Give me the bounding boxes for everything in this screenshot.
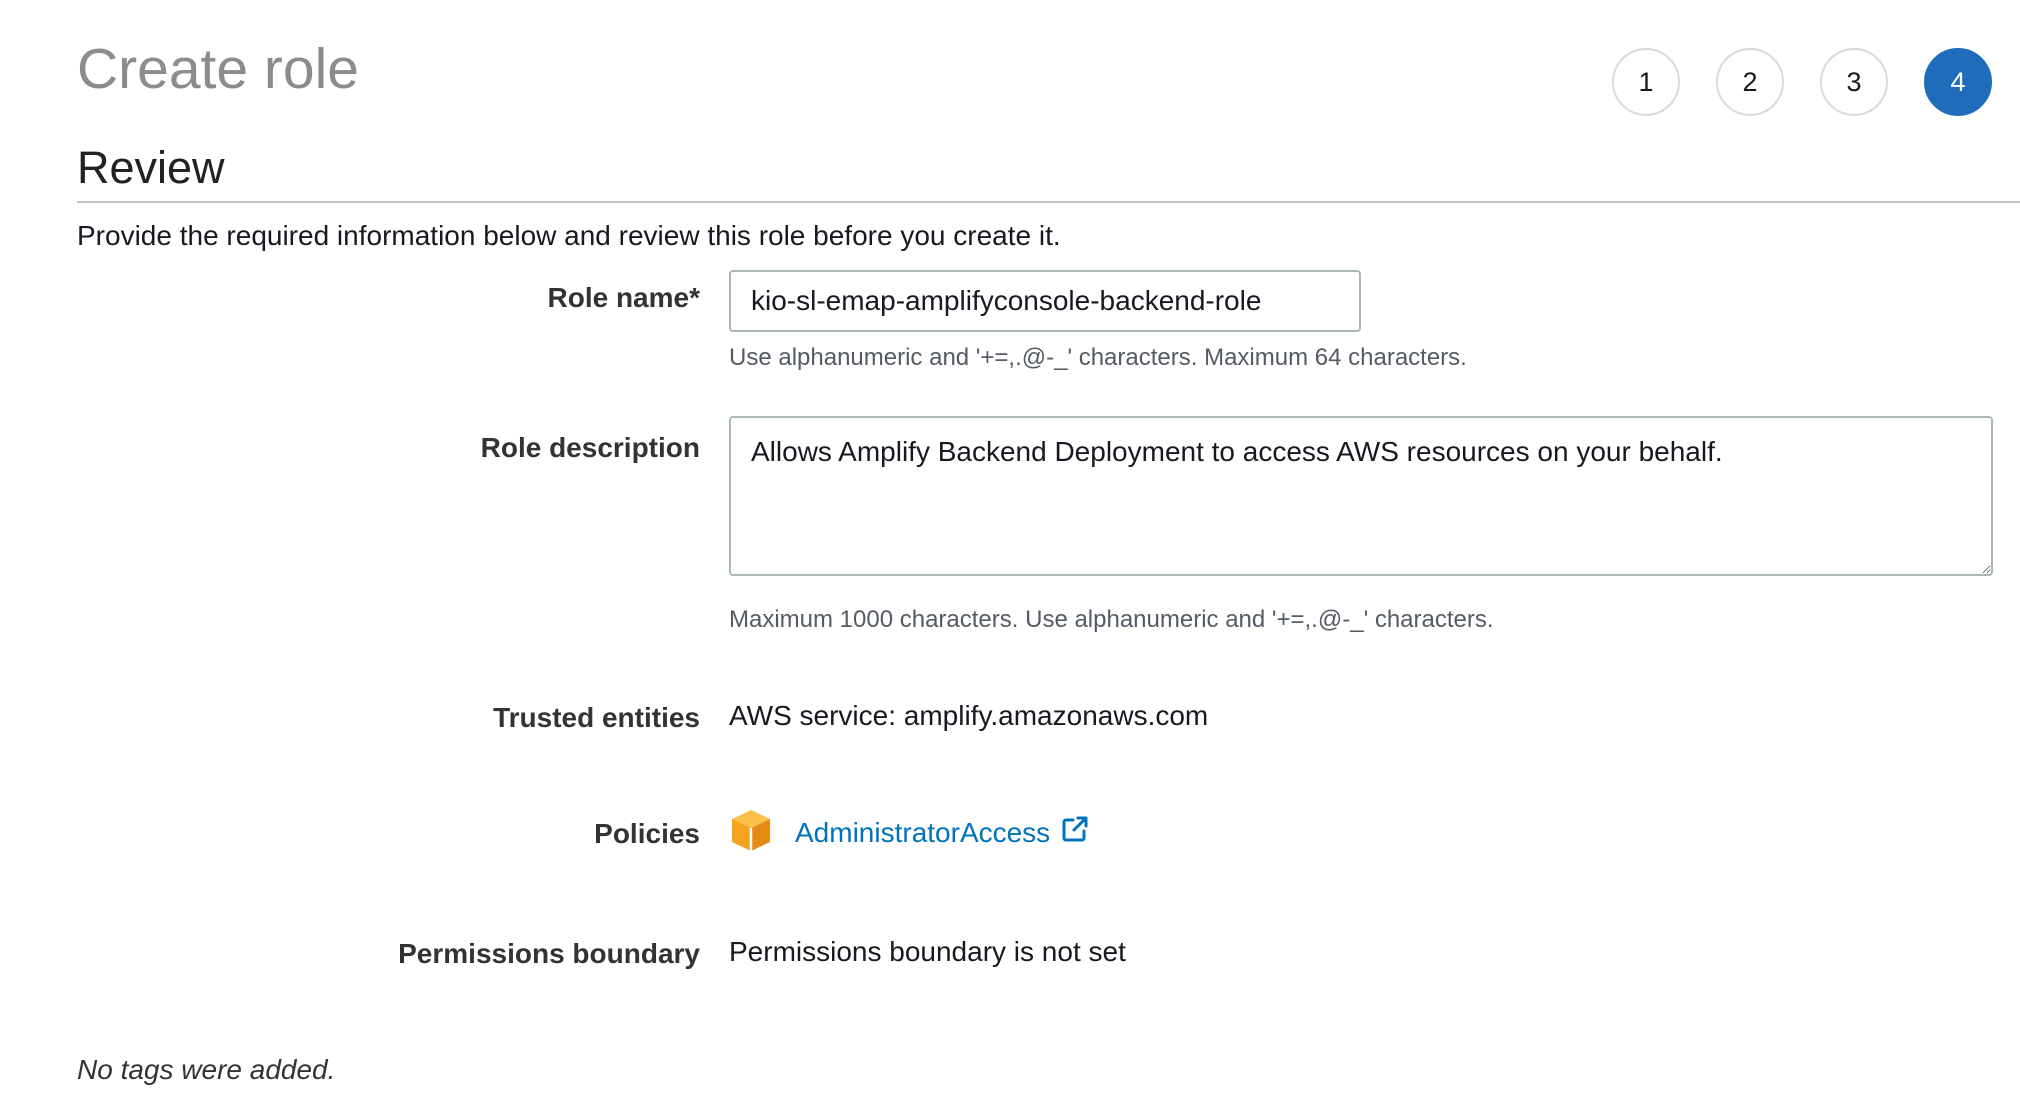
- role-description-hint: Maximum 1000 characters. Use alphanumeri…: [729, 606, 1494, 633]
- policy-name: AdministratorAccess: [795, 816, 1051, 848]
- trusted-entities-label: Trusted entities: [493, 702, 700, 733]
- role-description-label: Role description: [480, 432, 700, 463]
- administrator-access-policy-link[interactable]: AdministratorAccess: [795, 814, 1090, 851]
- external-link-icon: [1060, 814, 1090, 851]
- role-description-textarea[interactable]: Allows Amplify Backend Deployment to acc…: [729, 416, 1993, 576]
- role-name-input[interactable]: [729, 270, 1361, 332]
- create-role-review-page: Create role 1 2 3 4 Review Provide the r…: [0, 0, 2020, 1110]
- permissions-boundary-label: Permissions boundary: [398, 938, 700, 969]
- trusted-entities-value: AWS service: amplify.amazonaws.com: [729, 700, 1209, 731]
- step-2-button[interactable]: 2: [1716, 48, 1784, 116]
- section-title: Review: [77, 142, 225, 193]
- page-title: Create role: [77, 37, 359, 101]
- intro-text: Provide the required information below a…: [77, 220, 1061, 251]
- step-3-button[interactable]: 3: [1820, 48, 1888, 116]
- policies-label: Policies: [594, 818, 700, 849]
- step-1-button[interactable]: 1: [1612, 48, 1680, 116]
- permissions-boundary-value: Permissions boundary is not set: [729, 936, 1126, 967]
- no-tags-message: No tags were added.: [77, 1054, 336, 1085]
- step-4-button[interactable]: 4: [1924, 48, 1992, 116]
- aws-managed-policy-cube-icon: [729, 808, 773, 857]
- role-name-label: Role name*: [547, 282, 701, 313]
- wizard-steps: 1 2 3 4: [1612, 48, 1992, 116]
- section-divider: [77, 201, 2020, 203]
- role-name-hint: Use alphanumeric and '+=,.@-_' character…: [729, 344, 1467, 371]
- policy-item: AdministratorAccess: [729, 808, 1090, 857]
